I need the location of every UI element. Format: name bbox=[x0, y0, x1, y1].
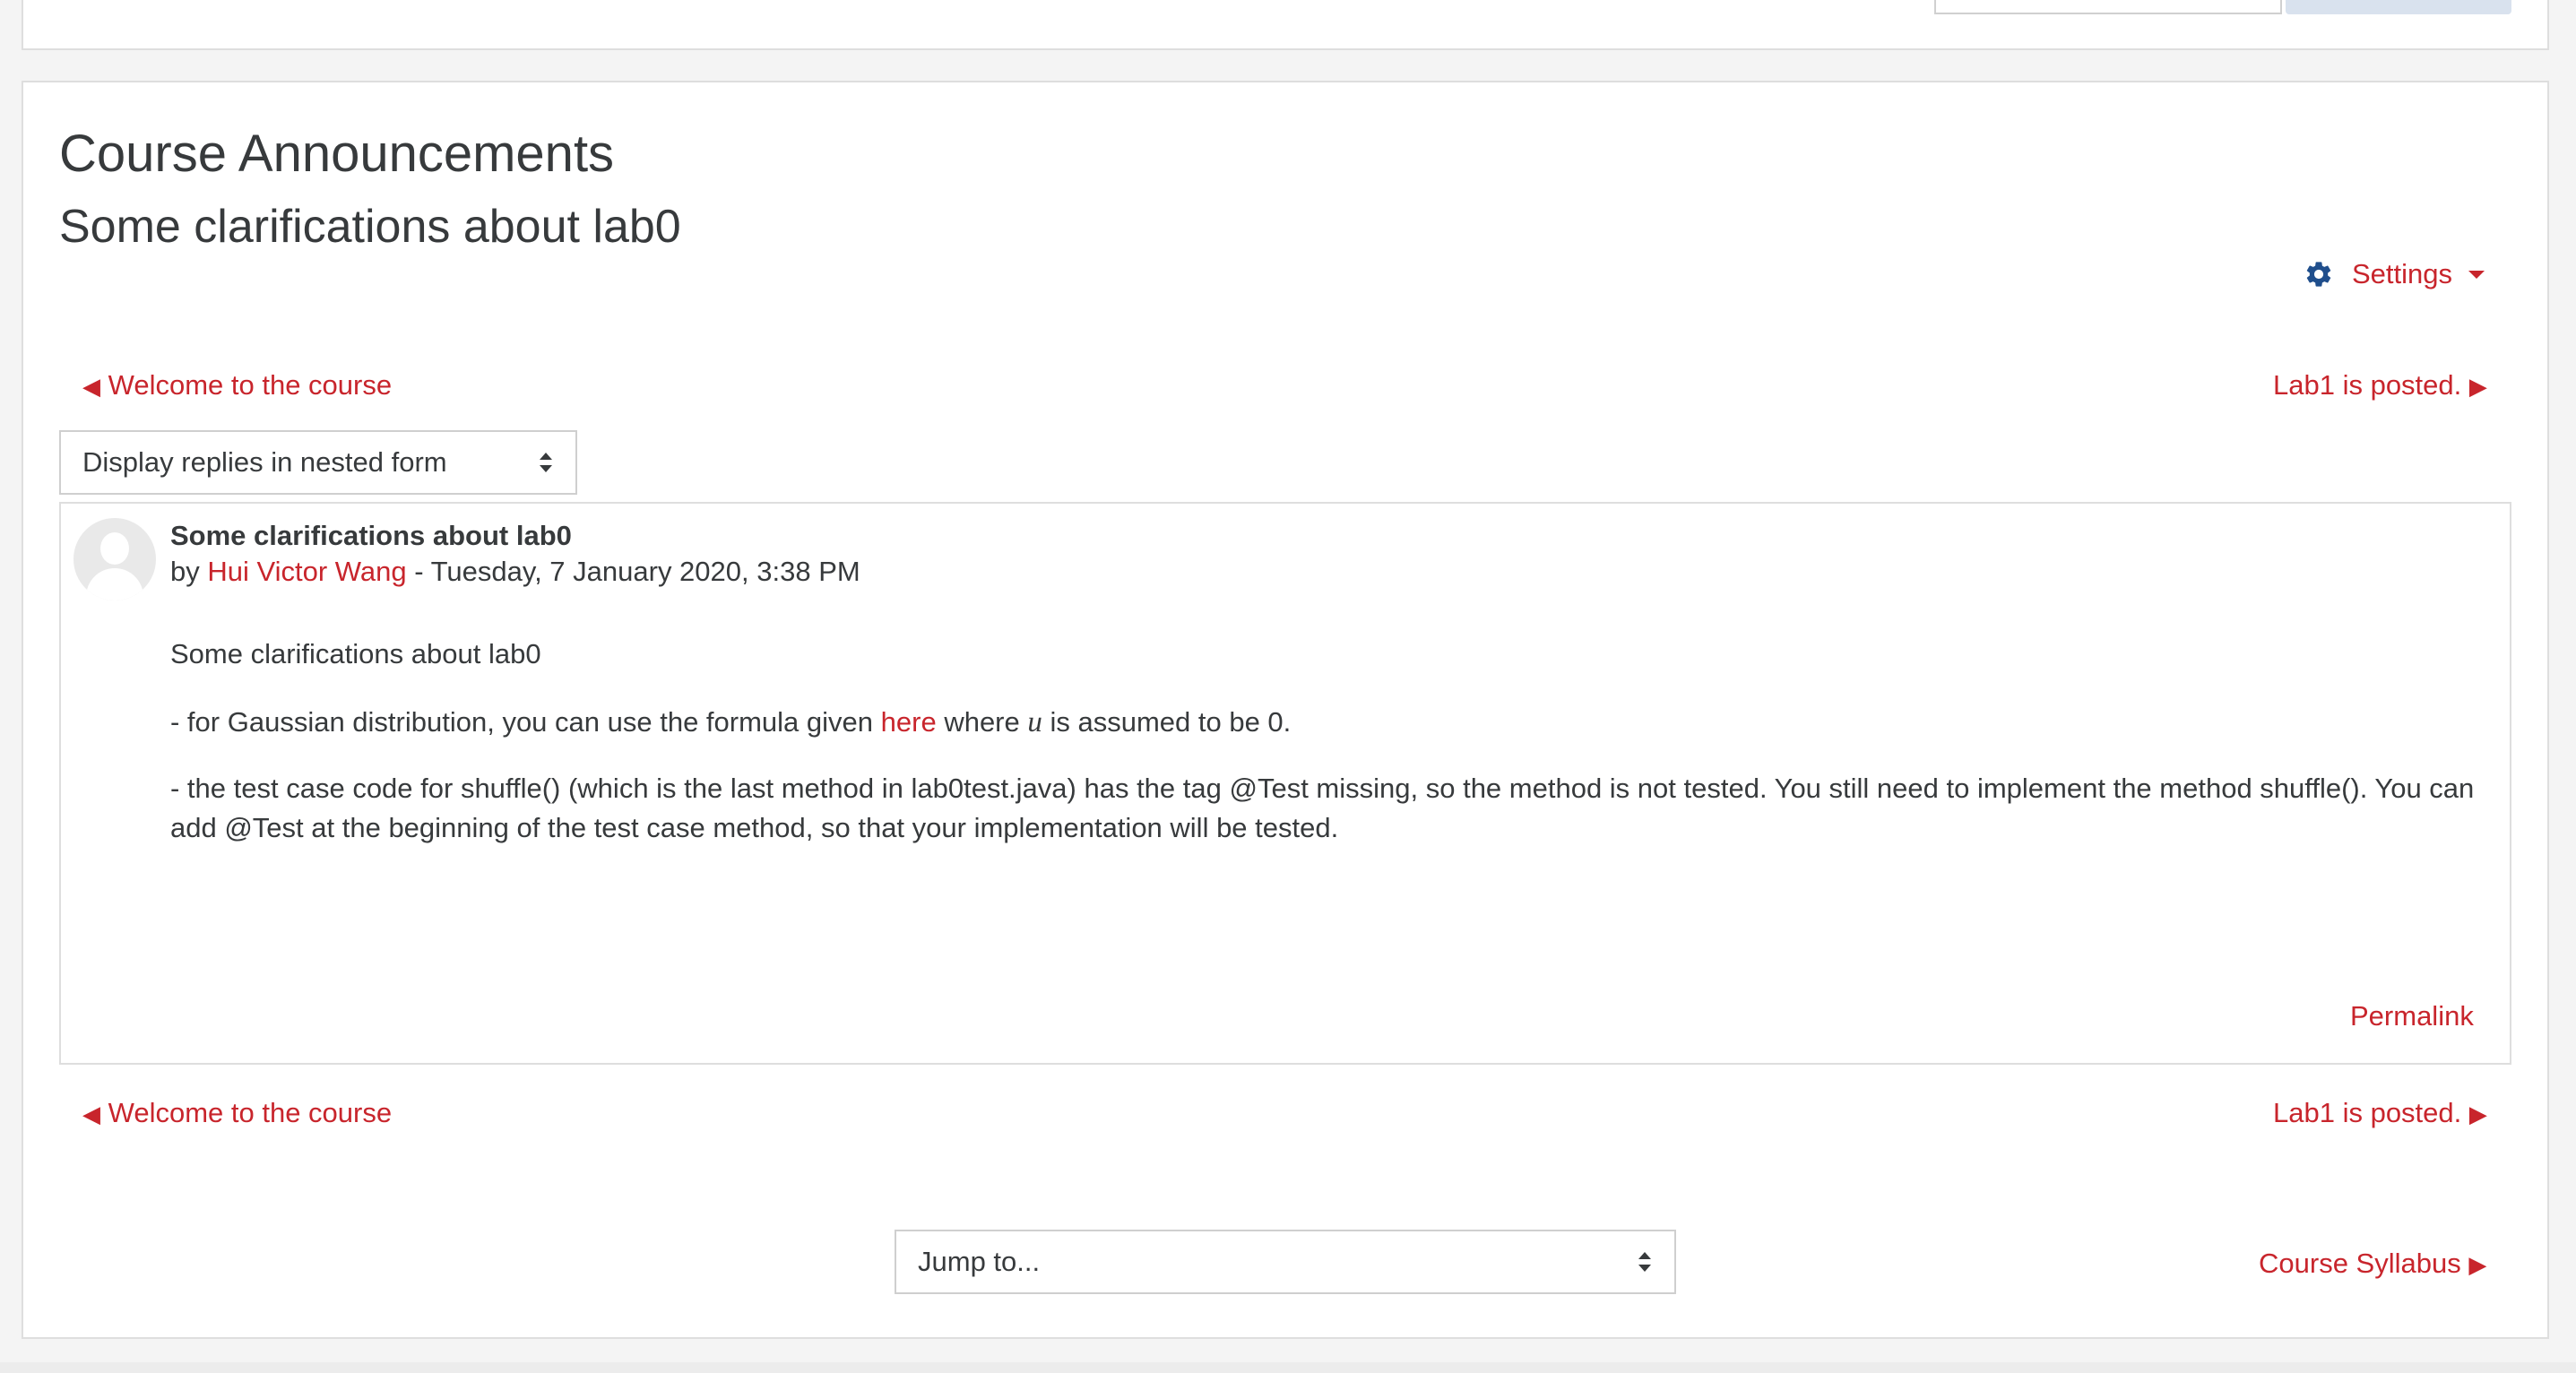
next-discussion-link-top[interactable]: Lab1 is posted. ▶ bbox=[2273, 367, 2487, 404]
next-discussion-label: Lab1 is posted. bbox=[2273, 1097, 2462, 1128]
triangle-right-icon: ▶ bbox=[2468, 1101, 2487, 1127]
author-link[interactable]: Hui Victor Wang bbox=[207, 556, 406, 587]
post-subject: Some clarifications about lab0 bbox=[170, 520, 572, 551]
avatar-head bbox=[100, 532, 129, 565]
para2-before: - for Gaussian distribution, you can use… bbox=[170, 706, 881, 738]
next-activity-label: Course Syllabus bbox=[2259, 1248, 2461, 1279]
avatar[interactable] bbox=[73, 518, 156, 600]
next-discussion-label: Lab1 is posted. bbox=[2273, 369, 2462, 401]
avatar-body bbox=[86, 568, 143, 600]
prev-discussion-link-bottom[interactable]: ◀ Welcome to the course bbox=[82, 1095, 392, 1132]
post-paragraph-1: Some clarifications about lab0 bbox=[170, 638, 541, 669]
triangle-left-icon: ◀ bbox=[82, 1101, 100, 1127]
para2-mid: where bbox=[944, 706, 1028, 738]
post-paragraph-2: - for Gaussian distribution, you can use… bbox=[170, 703, 1291, 742]
permalink-link[interactable]: Permalink bbox=[2350, 998, 2474, 1034]
previous-block-input[interactable] bbox=[1934, 0, 2282, 14]
discussion-title: Some clarifications about lab0 bbox=[59, 201, 681, 253]
prev-discussion-label: Welcome to the course bbox=[108, 369, 393, 401]
post-byline: by Hui Victor Wang - Tuesday, 7 January … bbox=[170, 554, 860, 590]
triangle-right-icon: ▶ bbox=[2468, 1251, 2487, 1278]
gear-icon bbox=[2306, 262, 2331, 287]
here-link[interactable]: here bbox=[881, 706, 937, 738]
display-mode-select[interactable]: Display replies in nested form bbox=[59, 430, 577, 495]
next-discussion-link-bottom[interactable]: Lab1 is posted. ▶ bbox=[2273, 1095, 2487, 1132]
post-paragraph-3: - the test case code for shuffle() (whic… bbox=[170, 773, 2475, 843]
jump-to-value: Jump to... bbox=[918, 1246, 1041, 1277]
post-date: - Tuesday, 7 January 2020, 3:38 PM bbox=[406, 556, 860, 587]
select-arrows-icon bbox=[1638, 1252, 1651, 1272]
jump-to-select[interactable]: Jump to... bbox=[895, 1230, 1676, 1294]
page-bottom-strip bbox=[0, 1362, 2576, 1373]
caret-down-icon bbox=[2468, 270, 2485, 279]
triangle-left-icon: ◀ bbox=[82, 373, 100, 400]
next-activity-link[interactable]: Course Syllabus ▶ bbox=[2259, 1246, 2486, 1282]
triangle-right-icon: ▶ bbox=[2468, 373, 2487, 400]
settings-label: Settings bbox=[2352, 258, 2453, 289]
select-arrows-icon bbox=[540, 453, 552, 472]
math-variable-u: u bbox=[1027, 706, 1042, 738]
prev-discussion-link-top[interactable]: ◀ Welcome to the course bbox=[82, 367, 392, 404]
settings-menu-button[interactable]: Settings bbox=[2304, 255, 2485, 294]
para2-after: is assumed to be 0. bbox=[1042, 706, 1292, 738]
display-mode-value: Display replies in nested form bbox=[82, 446, 447, 478]
page-title: Course Announcements bbox=[59, 125, 615, 183]
prev-discussion-label: Welcome to the course bbox=[108, 1097, 393, 1128]
previous-block-button[interactable] bbox=[2286, 0, 2511, 14]
byline-prefix: by bbox=[170, 556, 200, 587]
